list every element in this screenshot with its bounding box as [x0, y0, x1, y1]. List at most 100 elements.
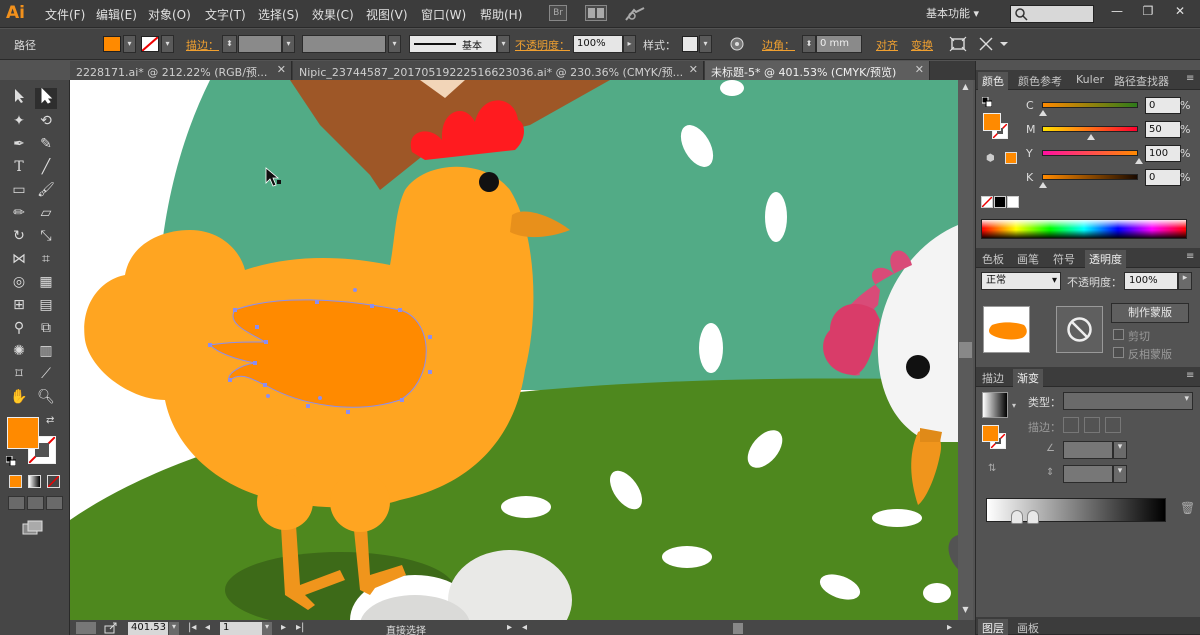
menu-edit[interactable]: 编辑(E) [96, 6, 137, 23]
free-transform-tool-icon[interactable]: ⌗ [35, 249, 57, 270]
menu-effect[interactable]: 效果(C) [312, 6, 354, 23]
gradient-slider[interactable] [986, 498, 1166, 524]
out-of-gamut-icon[interactable]: ⬢ [986, 153, 995, 164]
screen-mode-icon[interactable] [22, 520, 44, 536]
pencil-tool-icon[interactable]: ✏ [8, 203, 30, 224]
none-color-chip[interactable] [981, 196, 993, 208]
draw-behind-icon[interactable] [27, 496, 44, 510]
type-tool-icon[interactable]: T [8, 157, 30, 178]
channel-m-thumb[interactable] [1087, 134, 1095, 140]
zoom-level-field[interactable]: 401.53 [128, 622, 168, 635]
default-fill-stroke-icon[interactable] [981, 96, 993, 108]
draw-normal-icon[interactable] [8, 496, 25, 510]
stroke-within-icon[interactable] [1063, 417, 1079, 433]
zoom-tool-icon[interactable]: 🔍︎ [35, 387, 57, 408]
color-spectrum-bar[interactable] [981, 219, 1187, 239]
clip-checkbox[interactable] [1113, 329, 1124, 340]
variable-width-profile[interactable] [302, 35, 386, 53]
tab-color[interactable]: 颜色 [978, 72, 1008, 90]
eyedropper-tool-icon[interactable]: ⚲ [8, 318, 30, 339]
selection-tool-icon[interactable] [8, 88, 30, 109]
delete-stop-icon[interactable]: 🗑︎ [1180, 501, 1195, 515]
shape-builder-tool-icon[interactable]: ◎ [8, 272, 30, 293]
menu-file[interactable]: 文件(F) [45, 6, 85, 23]
channel-k-thumb[interactable] [1039, 182, 1047, 188]
slice-tool-icon[interactable]: ⟋ [35, 364, 57, 385]
scroll-down-arrow-icon[interactable]: ▼ [960, 605, 971, 616]
horizontal-scroll-thumb[interactable] [733, 623, 743, 634]
scroll-left-arrow-icon[interactable]: ◂ [522, 622, 527, 633]
transparency-opacity-field[interactable]: 100% [1124, 272, 1178, 290]
channel-k-slider[interactable] [1042, 174, 1138, 180]
restore-button[interactable]: ❐ [1134, 2, 1162, 20]
stroke-along-icon[interactable] [1084, 417, 1100, 433]
corner-label[interactable]: 边角： [762, 37, 795, 53]
color-mode-icon[interactable] [9, 475, 22, 488]
bridge-icon[interactable]: Br [549, 5, 567, 21]
tab-document-1[interactable]: 2228171.ai* @ 212.22% (RGB/预... ✕ [70, 61, 292, 80]
minimize-button[interactable]: — [1103, 2, 1131, 20]
arrange-documents-icon[interactable] [585, 5, 607, 21]
opacity-dropdown[interactable]: ▸ [623, 35, 636, 53]
brush-definition-field[interactable]: 基本 [409, 35, 497, 53]
corner-radius-field[interactable]: 0 mm [816, 35, 862, 53]
stroke-weight-dropdown[interactable]: ▾ [282, 35, 295, 53]
gradient-mode-icon[interactable] [28, 475, 41, 488]
menu-window[interactable]: 窗口(W) [421, 6, 466, 23]
tab-kuler[interactable]: Kuler [1072, 72, 1108, 90]
gradient-aspect-dropdown[interactable]: ▾ [1113, 465, 1127, 483]
isolate-object-icon[interactable] [949, 36, 967, 55]
graphic-style-dropdown[interactable]: ▾ [699, 35, 712, 53]
tab-brushes[interactable]: 画笔 [1013, 250, 1043, 268]
share-icon[interactable] [104, 622, 120, 634]
rotate-tool-icon[interactable]: ↻ [8, 226, 30, 247]
transparency-opacity-arrow[interactable]: ▸ [1178, 272, 1192, 290]
gradient-stop-2[interactable] [1027, 510, 1039, 524]
opacity-field[interactable]: 100% [573, 35, 623, 53]
stroke-weight-field[interactable] [238, 35, 282, 53]
reverse-gradient-icon[interactable]: ⇅ [988, 463, 996, 474]
channel-c-value[interactable]: 0 [1145, 97, 1181, 114]
close-icon[interactable]: ✕ [689, 63, 698, 76]
rectangle-tool-icon[interactable]: ▭ [8, 180, 30, 201]
vertical-scroll-thumb[interactable] [959, 342, 972, 358]
scale-tool-icon[interactable]: ⤡ [35, 226, 57, 247]
channel-c-thumb[interactable] [1039, 110, 1047, 116]
last-artboard-icon[interactable]: ▸| [296, 622, 304, 633]
gradient-fill-swatch[interactable] [982, 425, 999, 442]
artboard-canvas[interactable] [70, 80, 958, 620]
workspace-switcher[interactable]: 基本功能 ▾ [926, 5, 979, 21]
panel-menu-icon[interactable]: ≡ [1186, 370, 1194, 381]
stroke-dropdown[interactable]: ▾ [161, 35, 174, 53]
swap-colors-icon[interactable]: ⇄ [46, 415, 54, 426]
gradient-preview-swatch[interactable] [982, 392, 1008, 418]
stroke-swatch[interactable] [141, 36, 159, 52]
curvature-tool-icon[interactable]: ✎ [35, 134, 57, 155]
width-tool-icon[interactable]: ⋈ [8, 249, 30, 270]
tab-layers[interactable]: 图层 [978, 619, 1008, 635]
tab-swatches[interactable]: 色板 [978, 250, 1008, 268]
menu-type[interactable]: 文字(T) [205, 6, 246, 23]
white-color-chip[interactable] [1007, 196, 1019, 208]
tab-document-3[interactable]: 未标题-5* @ 401.53% (CMYK/预览) ✕ [705, 61, 930, 80]
tab-gradient[interactable]: 渐变 [1013, 369, 1043, 387]
scroll-up-arrow-icon[interactable]: ▲ [960, 82, 971, 93]
magic-wand-tool-icon[interactable]: ✦ [8, 111, 30, 132]
next-artboard-icon[interactable]: ▸ [281, 622, 286, 633]
gpu-performance-icon[interactable] [76, 622, 96, 634]
panel-fill-swatch[interactable] [983, 113, 1001, 131]
variable-width-dropdown[interactable]: ▾ [388, 35, 401, 53]
transform-options-icon[interactable] [978, 36, 1010, 55]
pen-tool-icon[interactable]: ✒ [8, 134, 30, 155]
transform-link[interactable]: 变换 [911, 37, 933, 53]
symbol-sprayer-tool-icon[interactable]: ✺ [8, 341, 30, 362]
gradient-preset-dropdown[interactable]: ▾ [1012, 401, 1016, 410]
zoom-dropdown[interactable]: ▾ [169, 622, 179, 635]
close-window-button[interactable]: ✕ [1166, 2, 1194, 20]
default-colors-icon[interactable] [5, 455, 17, 467]
artboard-tool-icon[interactable]: ⌑ [8, 364, 30, 385]
vertical-scrollbar[interactable]: ▲ ▼ [958, 80, 973, 620]
hand-tool-icon[interactable]: ✋ [8, 387, 30, 408]
gradient-angle-field[interactable] [1063, 441, 1113, 459]
line-tool-icon[interactable]: ╱ [35, 157, 57, 178]
